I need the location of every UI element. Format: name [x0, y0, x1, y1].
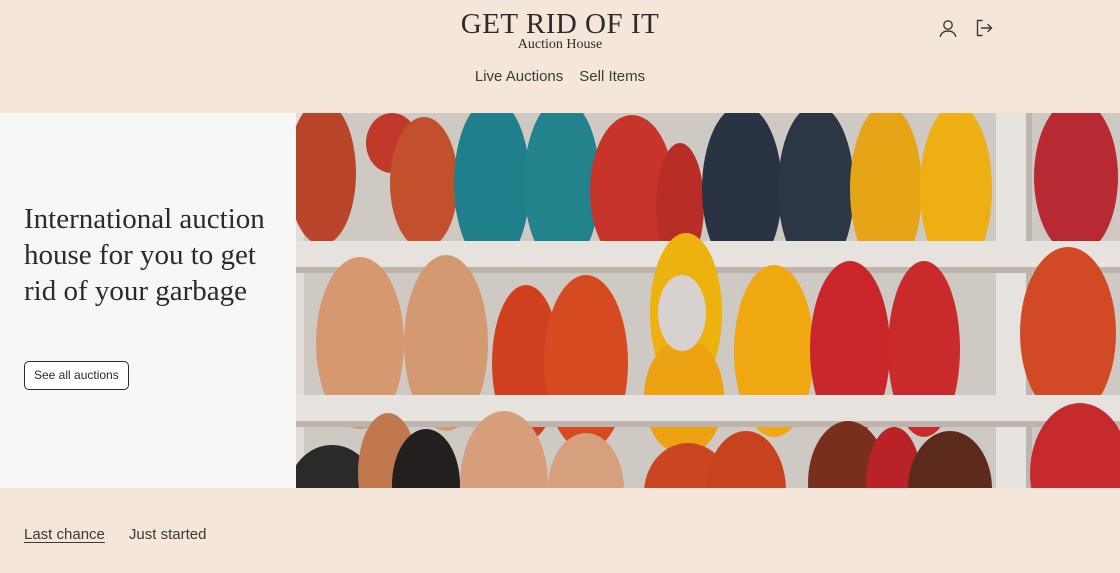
header-actions	[938, 18, 994, 38]
hero-heading: International auction house for you to g…	[24, 203, 265, 307]
hero-image	[296, 113, 1120, 488]
hero-section: International auction house for you to g…	[0, 113, 1120, 488]
tab-just-started[interactable]: Just started	[129, 526, 207, 543]
user-icon[interactable]	[938, 18, 958, 38]
tab-last-chance[interactable]: Last chance	[24, 526, 105, 543]
brand-subtitle: Auction House	[517, 37, 603, 52]
logout-icon[interactable]	[974, 18, 994, 38]
main-nav: Live Auctions Sell Items	[0, 68, 1120, 85]
site-header: GET RID OF IT Auction House Live Auction…	[0, 0, 1120, 113]
auction-tabs: Last chance Just started	[24, 526, 206, 543]
hero-panel: International auction house for you to g…	[0, 113, 296, 488]
see-all-auctions-button[interactable]: See all auctions	[24, 361, 129, 390]
slippers-illustration	[296, 113, 1120, 488]
nav-live-auctions[interactable]: Live Auctions	[475, 68, 563, 85]
nav-sell-items[interactable]: Sell Items	[579, 68, 645, 85]
